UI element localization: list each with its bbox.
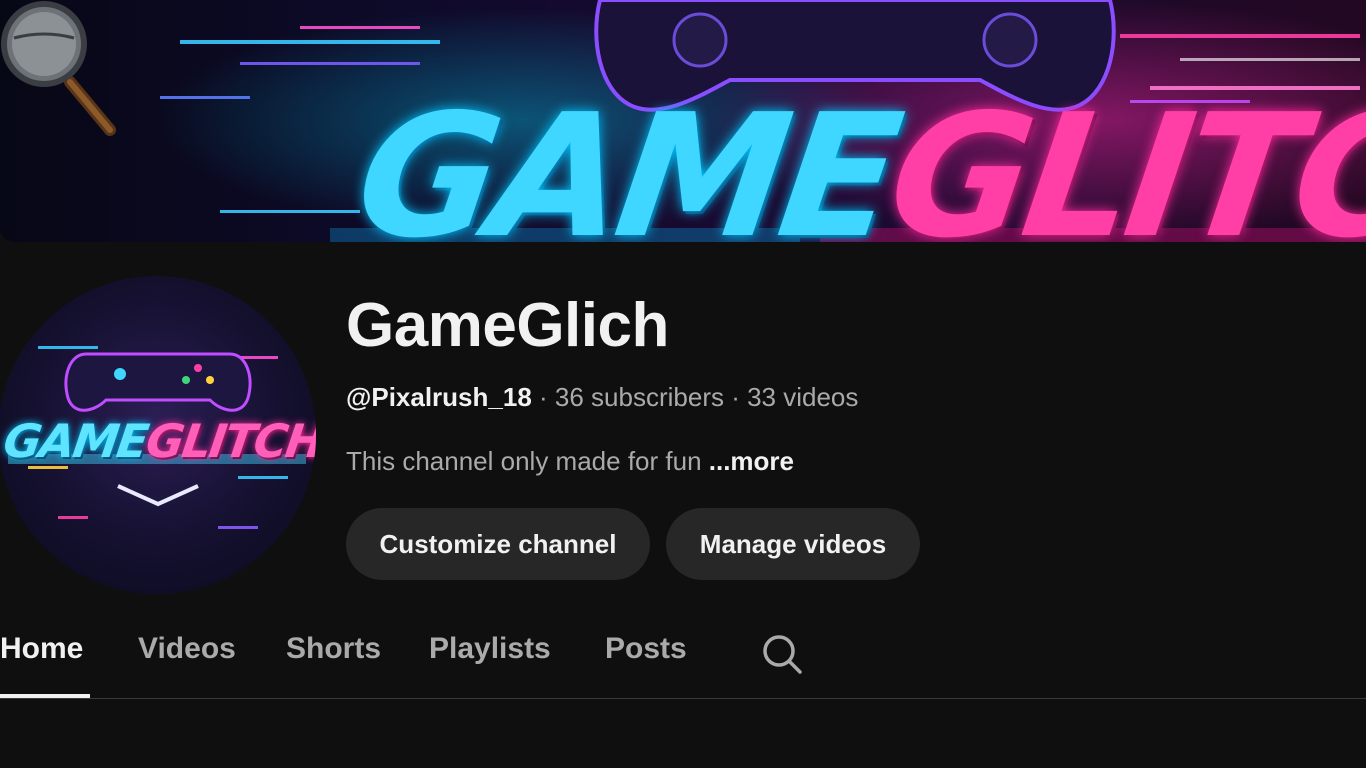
tab-shorts[interactable]: Shorts bbox=[286, 632, 381, 666]
meta-separator: · bbox=[531, 382, 555, 412]
channel-avatar[interactable]: GAMEGLITCH bbox=[0, 276, 316, 594]
customize-channel-button[interactable]: Customize channel bbox=[346, 508, 650, 580]
channel-name: GameGlich bbox=[346, 291, 669, 360]
channel-handle: @Pixalrush_18 bbox=[346, 382, 532, 412]
banner-title: GAMEGLITCH bbox=[346, 78, 1366, 242]
channel-meta: @Pixalrush_18 · 36 subscribers · 33 vide… bbox=[346, 382, 858, 413]
magnifying-glass-icon bbox=[1, 1, 116, 136]
channel-tabs: Home Videos Shorts Playlists Posts bbox=[0, 618, 1366, 700]
more-link[interactable]: ...more bbox=[709, 446, 794, 476]
manage-videos-button[interactable]: Manage videos bbox=[666, 508, 920, 580]
tab-playlists[interactable]: Playlists bbox=[429, 632, 551, 666]
avatar-title: GAMEGLITCH bbox=[0, 414, 316, 468]
search-icon[interactable] bbox=[760, 632, 804, 676]
tab-posts[interactable]: Posts bbox=[605, 632, 687, 666]
video-count[interactable]: 33 videos bbox=[747, 382, 858, 412]
tab-videos[interactable]: Videos bbox=[138, 632, 236, 666]
tabs-divider bbox=[0, 698, 1366, 699]
meta-separator: · bbox=[723, 382, 748, 412]
description-text: This channel only made for fun bbox=[346, 446, 709, 476]
subscriber-count: 36 subscribers bbox=[554, 382, 724, 412]
controller-icon bbox=[64, 352, 252, 412]
channel-description[interactable]: This channel only made for fun ...more bbox=[346, 446, 794, 477]
tab-home[interactable]: Home bbox=[0, 632, 83, 666]
channel-banner: GAMEGLITCH bbox=[0, 0, 1366, 242]
